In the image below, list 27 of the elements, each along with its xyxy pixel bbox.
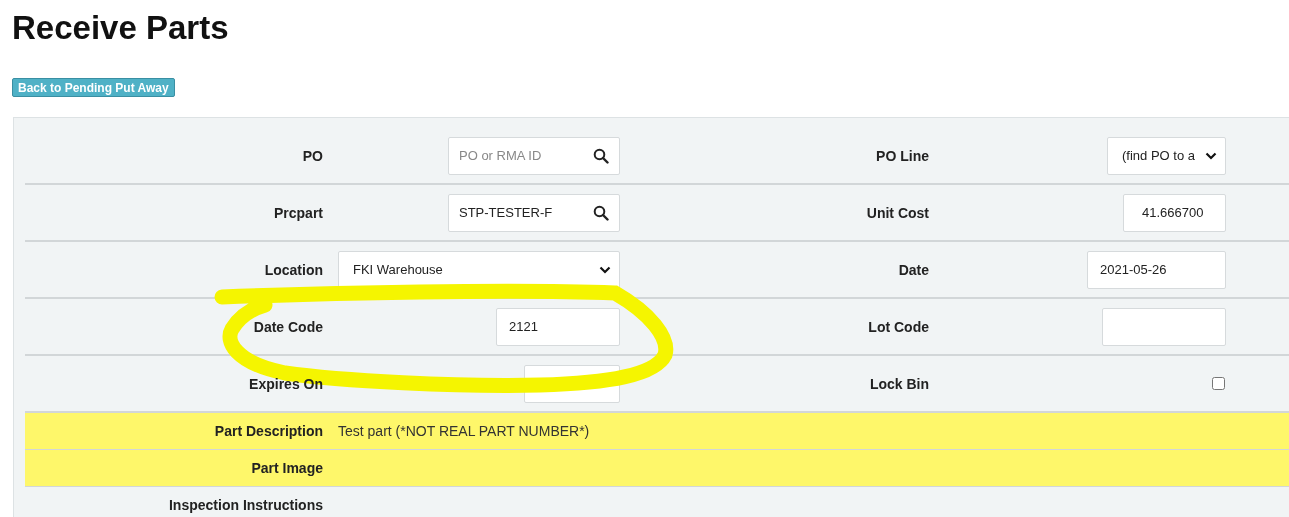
field-label: Prcpart: [273, 204, 323, 221]
field-label: Date Code: [253, 318, 323, 335]
field-label: PO: [302, 147, 323, 164]
field-value: Test part (*NOT REAL PART NUMBER*): [338, 423, 590, 439]
field-label: Lock Bin: [869, 375, 929, 392]
field-label: Date: [898, 261, 929, 278]
field-label: PO Line: [876, 147, 929, 164]
search-icon: [593, 204, 609, 221]
field-label: Part Image: [251, 460, 323, 476]
input-field[interactable]: [1102, 307, 1226, 346]
input-field[interactable]: 41.666700: [1123, 193, 1226, 232]
dropdown[interactable]: FKI Warehouse: [338, 250, 620, 289]
search-field[interactable]: PO or RMA ID: [448, 136, 620, 175]
search-field[interactable]: STP-TESTER-F: [448, 193, 620, 232]
chevron-down-icon: [1205, 151, 1217, 160]
field-label: Part Description: [214, 423, 323, 439]
page-title: Receive Parts: [12, 8, 230, 48]
chevron-down-icon: [599, 265, 611, 274]
checkbox[interactable]: [1212, 377, 1225, 390]
input-field[interactable]: 2121: [496, 307, 620, 346]
field-label: Unit Cost: [866, 204, 929, 221]
field-label: Lot Code: [868, 318, 929, 335]
field-label: Location: [264, 261, 323, 278]
search-icon: [593, 147, 609, 164]
dropdown[interactable]: (find PO to a: [1107, 136, 1226, 175]
field-label: Inspection Instructions: [169, 497, 323, 513]
input-field[interactable]: 2021-05-26: [1087, 250, 1226, 289]
